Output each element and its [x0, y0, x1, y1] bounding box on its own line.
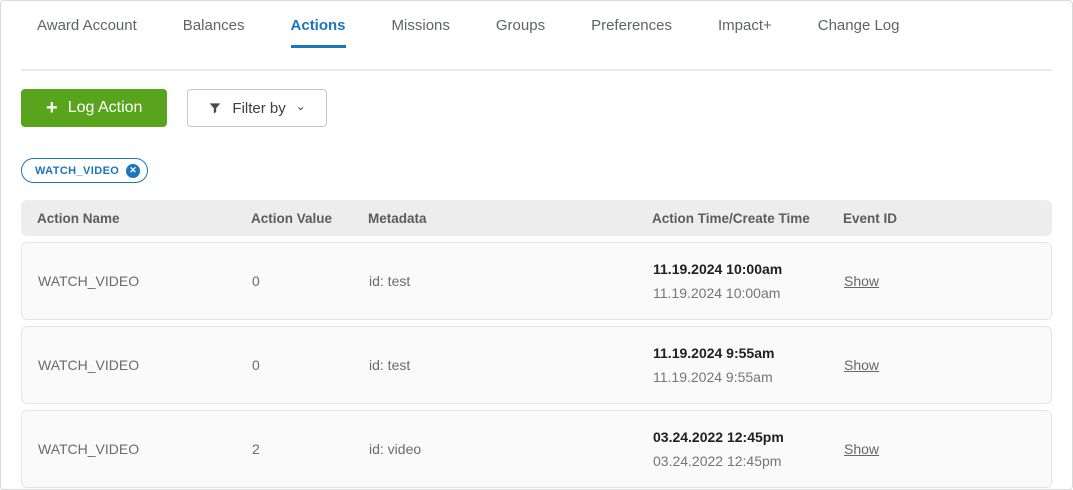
tab-missions[interactable]: Missions: [392, 16, 450, 48]
actions-table: Action Name Action Value Metadata Action…: [1, 183, 1072, 488]
cell-metadata: id: test: [369, 273, 411, 289]
actions-toolbar: + Log Action Filter by ⌄: [1, 71, 1072, 127]
action-time: 11.19.2024 9:55am: [653, 345, 775, 361]
cell-action-time: 11.19.2024 9:55am 11.19.2024 9:55am: [653, 345, 844, 385]
col-header-action-value: Action Value: [251, 210, 333, 226]
tab-bar: Award Account Balances Actions Missions …: [1, 1, 1072, 48]
show-event-id-link[interactable]: Show: [844, 273, 879, 289]
filter-funnel-icon: [210, 103, 221, 114]
tab-impact-plus[interactable]: Impact+: [718, 16, 772, 48]
cell-action-name: WATCH_VIDEO: [38, 273, 140, 289]
create-time: 03.24.2022 12:45pm: [653, 453, 782, 469]
filter-chip-watch-video[interactable]: WATCH_VIDEO ✕: [21, 158, 149, 183]
table-row: WATCH_VIDEO 0 id: test 11.19.2024 9:55am…: [21, 326, 1052, 404]
table-header-row: Action Name Action Value Metadata Action…: [21, 200, 1052, 236]
cell-action-name: WATCH_VIDEO: [38, 357, 140, 373]
show-event-id-link[interactable]: Show: [844, 357, 879, 373]
tab-actions[interactable]: Actions: [290, 16, 346, 48]
col-header-action-name: Action Name: [37, 210, 120, 226]
tab-preferences[interactable]: Preferences: [591, 16, 672, 48]
table-row: WATCH_VIDEO 2 id: video 03.24.2022 12:45…: [21, 410, 1052, 488]
cell-action-value: 2: [252, 441, 260, 457]
cell-action-time: 03.24.2022 12:45pm 03.24.2022 12:45pm: [653, 429, 844, 469]
col-header-action-time: Action Time/Create Time: [652, 210, 810, 226]
tab-groups[interactable]: Groups: [496, 16, 545, 48]
create-time: 11.19.2024 9:55am: [653, 369, 773, 385]
cell-action-value: 0: [252, 273, 260, 289]
cell-action-value: 0: [252, 357, 260, 373]
active-filters: WATCH_VIDEO ✕: [1, 127, 1072, 183]
filter-by-button[interactable]: Filter by ⌄: [187, 89, 327, 127]
filter-chip-label: WATCH_VIDEO: [35, 164, 120, 177]
account-actions-panel: Award Account Balances Actions Missions …: [0, 0, 1073, 490]
tab-change-log[interactable]: Change Log: [818, 16, 900, 48]
create-time: 11.19.2024 10:00am: [653, 285, 781, 301]
cell-metadata: id: test: [369, 357, 411, 373]
tab-award-account[interactable]: Award Account: [37, 16, 137, 48]
cell-action-time: 11.19.2024 10:00am 11.19.2024 10:00am: [653, 261, 844, 301]
tab-balances[interactable]: Balances: [183, 16, 245, 48]
chevron-down-icon: ⌄: [295, 99, 306, 113]
filter-by-label: Filter by: [232, 99, 286, 117]
col-header-event-id: Event ID: [843, 210, 898, 226]
col-header-metadata: Metadata: [368, 210, 427, 226]
chip-close-icon[interactable]: ✕: [126, 163, 141, 178]
plus-icon: +: [46, 97, 58, 119]
cell-metadata: id: video: [369, 441, 422, 457]
action-time: 11.19.2024 10:00am: [653, 261, 783, 277]
action-time: 03.24.2022 12:45pm: [653, 429, 784, 445]
log-action-button[interactable]: + Log Action: [21, 89, 168, 127]
log-action-label: Log Action: [67, 99, 143, 116]
show-event-id-link[interactable]: Show: [844, 441, 879, 457]
cell-action-name: WATCH_VIDEO: [38, 441, 140, 457]
table-row: WATCH_VIDEO 0 id: test 11.19.2024 10:00a…: [21, 242, 1052, 320]
